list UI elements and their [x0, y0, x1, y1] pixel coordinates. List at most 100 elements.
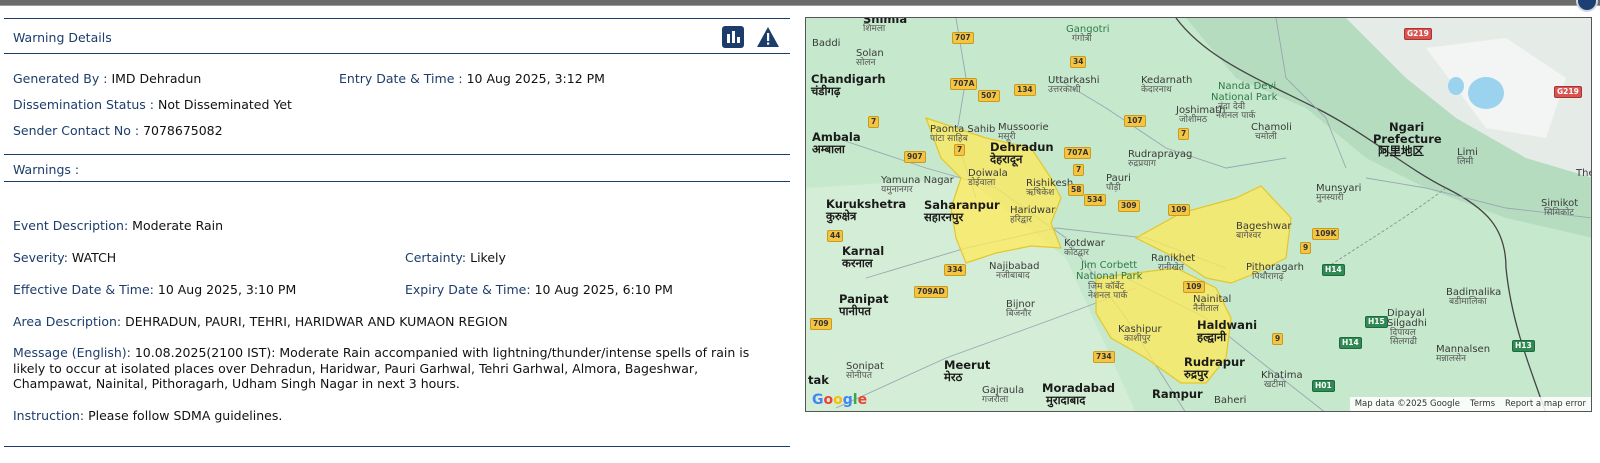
route-shield: 7 — [954, 144, 966, 156]
map-data-attribution: Map data ©2025 Google — [1354, 399, 1460, 409]
route-shield: G219 — [1554, 86, 1582, 98]
instruction-value: Please follow SDMA guidelines. — [88, 408, 283, 423]
warning-details-panel: Warning Details Generated By : IMD Dehra… — [4, 18, 790, 448]
place-rampur: Rampur — [1152, 387, 1203, 401]
route-shield: 534 — [1084, 194, 1106, 206]
place-gajraula-local: गजरौला — [982, 395, 1009, 405]
route-shield: 109 — [1183, 281, 1205, 293]
place-pauri-local: पौड़ी — [1106, 183, 1121, 193]
place-dehradun-local: देहरादून — [990, 152, 1023, 166]
effective-date-value: 10 Aug 2025, 3:10 PM — [157, 282, 297, 297]
place-baddi: Baddi — [812, 38, 841, 49]
expiry-date-label: Expiry Date & Time: — [405, 282, 531, 297]
window-top-bar — [0, 0, 1600, 6]
route-shield: 9 — [1272, 333, 1284, 345]
place-sonipat-local: सोनीपत — [846, 371, 872, 381]
place-ambala-local: अम्बाला — [812, 142, 845, 156]
place-najibabad-local: नजीबाबाद — [996, 271, 1030, 281]
place-badimalika-local: बडीमालिका — [1449, 297, 1487, 307]
warning-triangle-icon[interactable] — [756, 26, 779, 48]
expiry-date-value: 10 Aug 2025, 6:10 PM — [534, 282, 673, 297]
place-doiwala-local: डोईवाला — [968, 178, 996, 188]
event-description-value: Moderate Rain — [132, 218, 224, 233]
route-shield: H01 — [1312, 380, 1335, 392]
place-karnal-local: करनाल — [842, 256, 873, 270]
place-munsyari-local: मुनस्यारी — [1316, 193, 1344, 203]
sender-contact-row: Sender Contact No : 7078675082 — [13, 123, 223, 138]
google-logo-letter: g — [842, 392, 853, 408]
place-rishikesh-local: ऋषिकेश — [1026, 188, 1055, 198]
place-nanda-devi-np-local: नेशनल पार्क — [1216, 111, 1256, 121]
place-the: The — [1576, 168, 1591, 179]
report-map-error-link[interactable]: Report a map error — [1505, 399, 1586, 409]
place-nainital-local: नैनीताल — [1193, 304, 1219, 314]
route-shield: 709 — [810, 318, 832, 330]
user-avatar[interactable] — [1576, 0, 1598, 12]
place-simikot-local: सिमिकोट — [1544, 208, 1574, 218]
warnings-section-header: Warnings : — [4, 154, 790, 182]
route-shield: 109 — [1168, 204, 1190, 216]
map-terms-link[interactable]: Terms — [1470, 399, 1495, 409]
event-description-row: Event Description: Moderate Rain — [13, 218, 223, 233]
place-haridwar-local: हरिद्वार — [1010, 215, 1032, 225]
place-solan-local: सोलन — [856, 58, 876, 68]
sender-contact-label: Sender Contact No : — [13, 123, 140, 138]
route-shield: 707A — [950, 78, 978, 90]
dissemination-row: Dissemination Status : Not Disseminated … — [13, 97, 292, 112]
expiry-date-row: Expiry Date & Time: 10 Aug 2025, 6:10 PM — [405, 282, 673, 297]
message-english-label: Message (English): — [13, 345, 131, 360]
dissemination-value: Not Disseminated Yet — [157, 97, 292, 112]
place-jim-corbett-np: National Park — [1076, 271, 1143, 282]
sender-contact-value: 7078675082 — [143, 123, 223, 138]
area-description-label: Area Description: — [13, 314, 122, 329]
dissemination-label: Dissemination Status : — [13, 97, 154, 112]
place-silgadhi-local: सिलगढी — [1390, 337, 1417, 347]
google-logo: Google — [812, 392, 867, 408]
google-logo-letter: e — [857, 392, 868, 408]
panel-header: Warning Details — [4, 18, 790, 54]
place-yamuna-nagar-local: यमुनानगर — [881, 185, 913, 195]
route-shield: 7 — [868, 116, 880, 128]
severity-value: WATCH — [71, 250, 117, 265]
place-mussoorie-local: मसूरी — [998, 132, 1016, 142]
generated-by-row: Generated By : IMD Dehradun — [13, 71, 201, 86]
place-kashipur-local: काशीपुर — [1124, 334, 1151, 344]
certainty-label: Certainty: — [405, 250, 467, 265]
place-ngari-local: 阿里地区 — [1378, 144, 1424, 158]
place-gangotri-local: गंगोत्री — [1072, 34, 1092, 44]
place-jim-corbett-local2: नेशनल पार्क — [1088, 291, 1128, 301]
instruction-row: Instruction: Please follow SDMA guidelin… — [13, 408, 282, 423]
map-attribution-bar: Map data ©2025 Google Terms Report a map… — [1349, 397, 1591, 411]
warning-map[interactable]: Shimla शिमला Baddi Solan सोलन Chandigarh… — [805, 17, 1592, 412]
place-pithoragarh-local: पिथौरागढ़ — [1252, 272, 1284, 282]
certainty-row: Certainty: Likely — [405, 250, 506, 265]
place-moradabad-local: मुरादाबाद — [1046, 393, 1086, 407]
route-shield: 907 — [904, 151, 926, 163]
entry-date-label: Entry Date & Time : — [339, 71, 463, 86]
route-shield: H15 — [1365, 316, 1388, 328]
place-baheri: Baheri — [1214, 395, 1247, 406]
route-shield: 107 — [1124, 115, 1146, 127]
place-uttarkashi-local: उत्तरकाशी — [1048, 85, 1081, 95]
route-shield: 7 — [1073, 164, 1085, 176]
place-shimla-local: शिमला — [863, 24, 886, 34]
place-chamoli-local: चमोली — [1255, 132, 1277, 142]
route-shield: 309 — [1118, 200, 1140, 212]
place-ranikhet-local: रानीखेत — [1158, 263, 1184, 273]
route-shield: 34 — [1070, 56, 1087, 68]
place-mannalsen-local: मन्नालसेन — [1436, 354, 1467, 364]
place-saharanpur-local: सहारनपुर — [924, 210, 964, 224]
route-shield: 44 — [827, 230, 844, 242]
place-meerut-local: मेरठ — [944, 370, 963, 384]
place-bageshwar-local: बागेश्वर — [1236, 231, 1262, 241]
place-limi-local: लिमी — [1457, 157, 1474, 167]
route-shield: 109K — [1312, 228, 1340, 240]
route-shield: 707 — [952, 32, 974, 44]
event-description-label: Event Description: — [13, 218, 129, 233]
place-kurukshetra-local: कुरुक्षेत्र — [826, 209, 857, 223]
place-kedarnath-local: केदारनाथ — [1141, 85, 1172, 95]
bar-chart-icon[interactable] — [722, 26, 744, 48]
google-logo-letter: G — [812, 392, 824, 408]
severity-label: Severity: — [13, 250, 68, 265]
area-description-value: DEHRADUN, PAURI, TEHRI, HARIDWAR AND KUM… — [125, 314, 508, 329]
